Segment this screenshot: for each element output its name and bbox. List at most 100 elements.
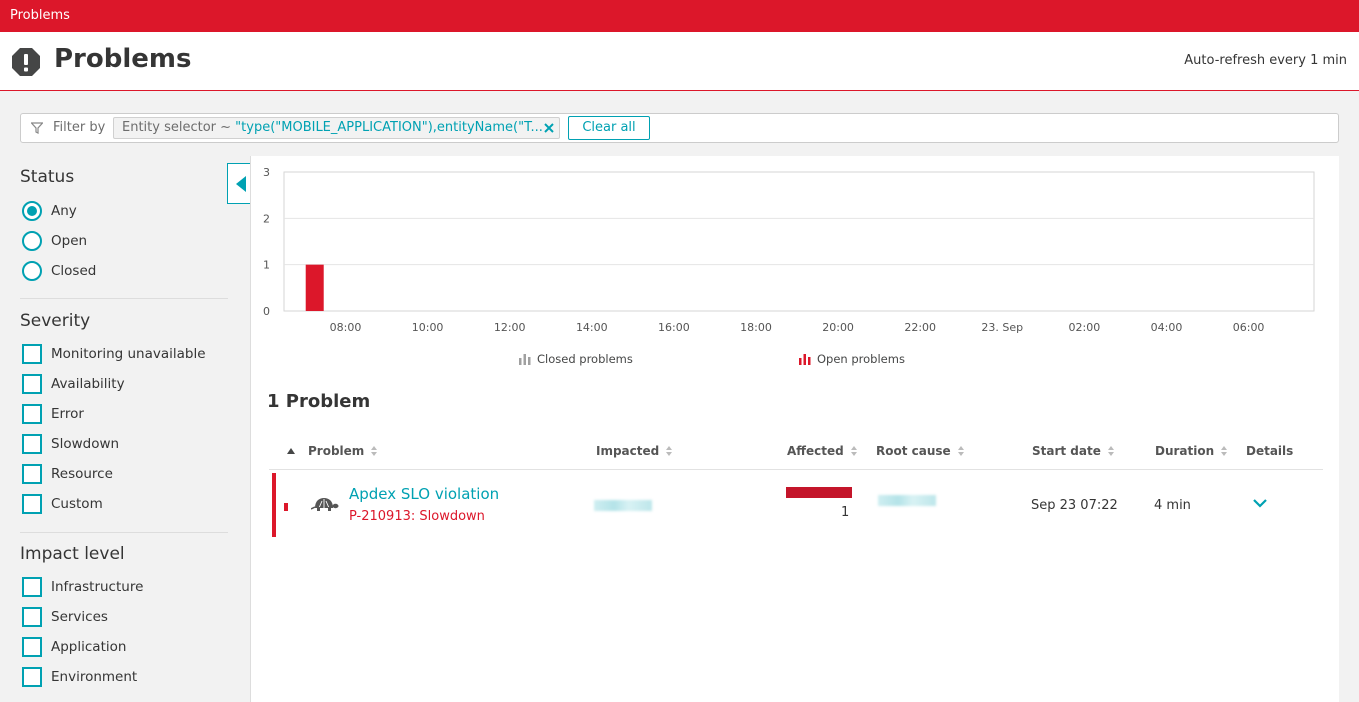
collapse-sidebar-button[interactable]: [227, 163, 251, 204]
y-tick-label: 2: [263, 212, 270, 225]
clear-all-button[interactable]: Clear all: [568, 116, 650, 140]
column-label: Root cause: [876, 444, 951, 458]
severity-stripe: [272, 473, 276, 537]
filter-by-label: Filter by: [53, 120, 106, 135]
severity-option-slowdown[interactable]: Slowdown: [22, 433, 119, 455]
duration: 4 min: [1154, 498, 1191, 513]
column-header-duration[interactable]: Duration: [1155, 444, 1228, 458]
status-option-closed[interactable]: Closed: [22, 260, 96, 282]
status-option-any[interactable]: Any: [22, 200, 77, 222]
column-label: Details: [1246, 444, 1294, 458]
checkbox[interactable]: [22, 404, 42, 424]
column-header-start-date[interactable]: Start date: [1032, 444, 1115, 458]
filter-icon: [31, 122, 43, 134]
option-label: Application: [51, 639, 127, 655]
severity-option-custom[interactable]: Custom: [22, 493, 103, 515]
option-label: Services: [51, 609, 108, 625]
checkbox[interactable]: [22, 344, 42, 364]
problem-alert-icon: [12, 48, 40, 76]
x-tick-label: 23. Sep: [981, 321, 1023, 334]
severity-option-error[interactable]: Error: [22, 403, 84, 425]
column-label: Duration: [1155, 444, 1215, 458]
sort-icon: [957, 446, 965, 456]
status-title: Status: [20, 167, 75, 187]
checkbox[interactable]: [22, 494, 42, 514]
radio-button[interactable]: [22, 261, 42, 281]
column-header-details: Details: [1246, 444, 1293, 458]
problem-count-title: 1 Problem: [267, 391, 371, 412]
x-tick-label: 14:00: [576, 321, 608, 334]
plot-frame: [283, 171, 1315, 312]
top-bar-label: Problems: [10, 8, 70, 23]
affected-count: 1: [841, 505, 850, 520]
option-label: Open: [51, 233, 88, 249]
checkbox[interactable]: [22, 464, 42, 484]
page-header: Problems Auto-refresh every 1 min: [0, 32, 1359, 91]
impact-option-application[interactable]: Application: [22, 636, 126, 658]
bar-chart-icon: [799, 353, 811, 365]
x-tick-label: 04:00: [1151, 321, 1183, 334]
divider: [20, 532, 228, 533]
open-status-marker: [284, 503, 288, 511]
x-tick-label: 22:00: [904, 321, 936, 334]
x-tick-label: 12:00: [494, 321, 526, 334]
filter-bar[interactable]: Filter by Entity selector ~ "type("MOBIL…: [20, 113, 1339, 143]
sort-icon: [666, 446, 673, 456]
checkbox[interactable]: [22, 607, 42, 627]
option-label: Availability: [51, 376, 125, 392]
legend-label: Closed problems: [537, 352, 633, 366]
column-header-affected[interactable]: Affected: [787, 444, 858, 458]
option-label: Any: [51, 203, 77, 219]
table-row[interactable]: Apdex SLO violation P-210913: Slowdown 1…: [269, 470, 1323, 538]
impact-option-infrastructure[interactable]: Infrastructure: [22, 576, 143, 598]
x-tick-label: 10:00: [412, 321, 444, 334]
legend-label: Open problems: [817, 352, 905, 366]
column-header-problem[interactable]: Problem: [287, 444, 378, 458]
chevron-down-icon[interactable]: [1252, 498, 1268, 508]
checkbox[interactable]: [22, 374, 42, 394]
y-tick-label: 1: [263, 259, 270, 272]
impact-option-environment[interactable]: Environment: [22, 666, 137, 688]
checkbox[interactable]: [22, 667, 42, 687]
sort-icon: [850, 446, 858, 456]
column-header-impacted[interactable]: Impacted: [596, 444, 673, 458]
problems-chart: 0 1 2 3 08:00 10:00 12:00 14:00 16:00 18:00 20:00 2…: [263, 166, 1315, 334]
problem-title-link[interactable]: Apdex SLO violation: [349, 485, 499, 503]
checkbox[interactable]: [22, 637, 42, 657]
main-panel: 0 1 2 3 08:00 10:00 12:00 14:00 16:00 18:00 20:00 2…: [250, 156, 1339, 702]
x-tick-label: 08:00: [330, 321, 362, 334]
chip-value: "type("MOBILE_APPLICATION"),entityName("…: [235, 120, 543, 135]
impacted-entity-redacted[interactable]: [594, 500, 652, 511]
severity-option-resource[interactable]: Resource: [22, 463, 113, 485]
checkbox[interactable]: [22, 434, 42, 454]
bar-chart-icon: [519, 353, 531, 365]
option-label: Closed: [51, 263, 97, 279]
chip-key: Entity selector ~: [122, 120, 236, 135]
x-tick-label: 02:00: [1069, 321, 1101, 334]
remove-chip-icon[interactable]: [543, 122, 555, 134]
x-tick-label: 06:00: [1233, 321, 1265, 334]
legend-closed-problems[interactable]: Closed problems: [519, 352, 633, 366]
column-label: Affected: [787, 444, 844, 458]
page-title: Problems: [54, 44, 192, 74]
option-label: Custom: [51, 496, 103, 512]
root-cause-redacted[interactable]: [878, 495, 936, 506]
bar-open-problems: [305, 264, 324, 311]
sort-ascending-icon: [287, 448, 295, 454]
severity-option-availability[interactable]: Availability: [22, 373, 125, 395]
start-date: Sep 23 07:22: [1031, 498, 1118, 513]
impact-option-services[interactable]: Services: [22, 606, 108, 628]
radio-button[interactable]: [22, 231, 42, 251]
entity-selector-chip[interactable]: Entity selector ~ "type("MOBILE_APPLICAT…: [113, 117, 560, 139]
column-label: Start date: [1032, 444, 1101, 458]
column-header-root-cause[interactable]: Root cause: [876, 444, 965, 458]
status-option-open[interactable]: Open: [22, 230, 87, 252]
column-label: Problem: [308, 444, 365, 458]
checkbox[interactable]: [22, 577, 42, 597]
severity-option-monitoring-unavailable[interactable]: Monitoring unavailable: [22, 343, 206, 365]
radio-button[interactable]: [22, 201, 42, 221]
auto-refresh-label[interactable]: Auto-refresh every 1 min: [1184, 53, 1347, 68]
legend-open-problems[interactable]: Open problems: [799, 352, 905, 366]
option-label: Error: [51, 406, 84, 422]
y-tick-label: 0: [263, 305, 270, 318]
